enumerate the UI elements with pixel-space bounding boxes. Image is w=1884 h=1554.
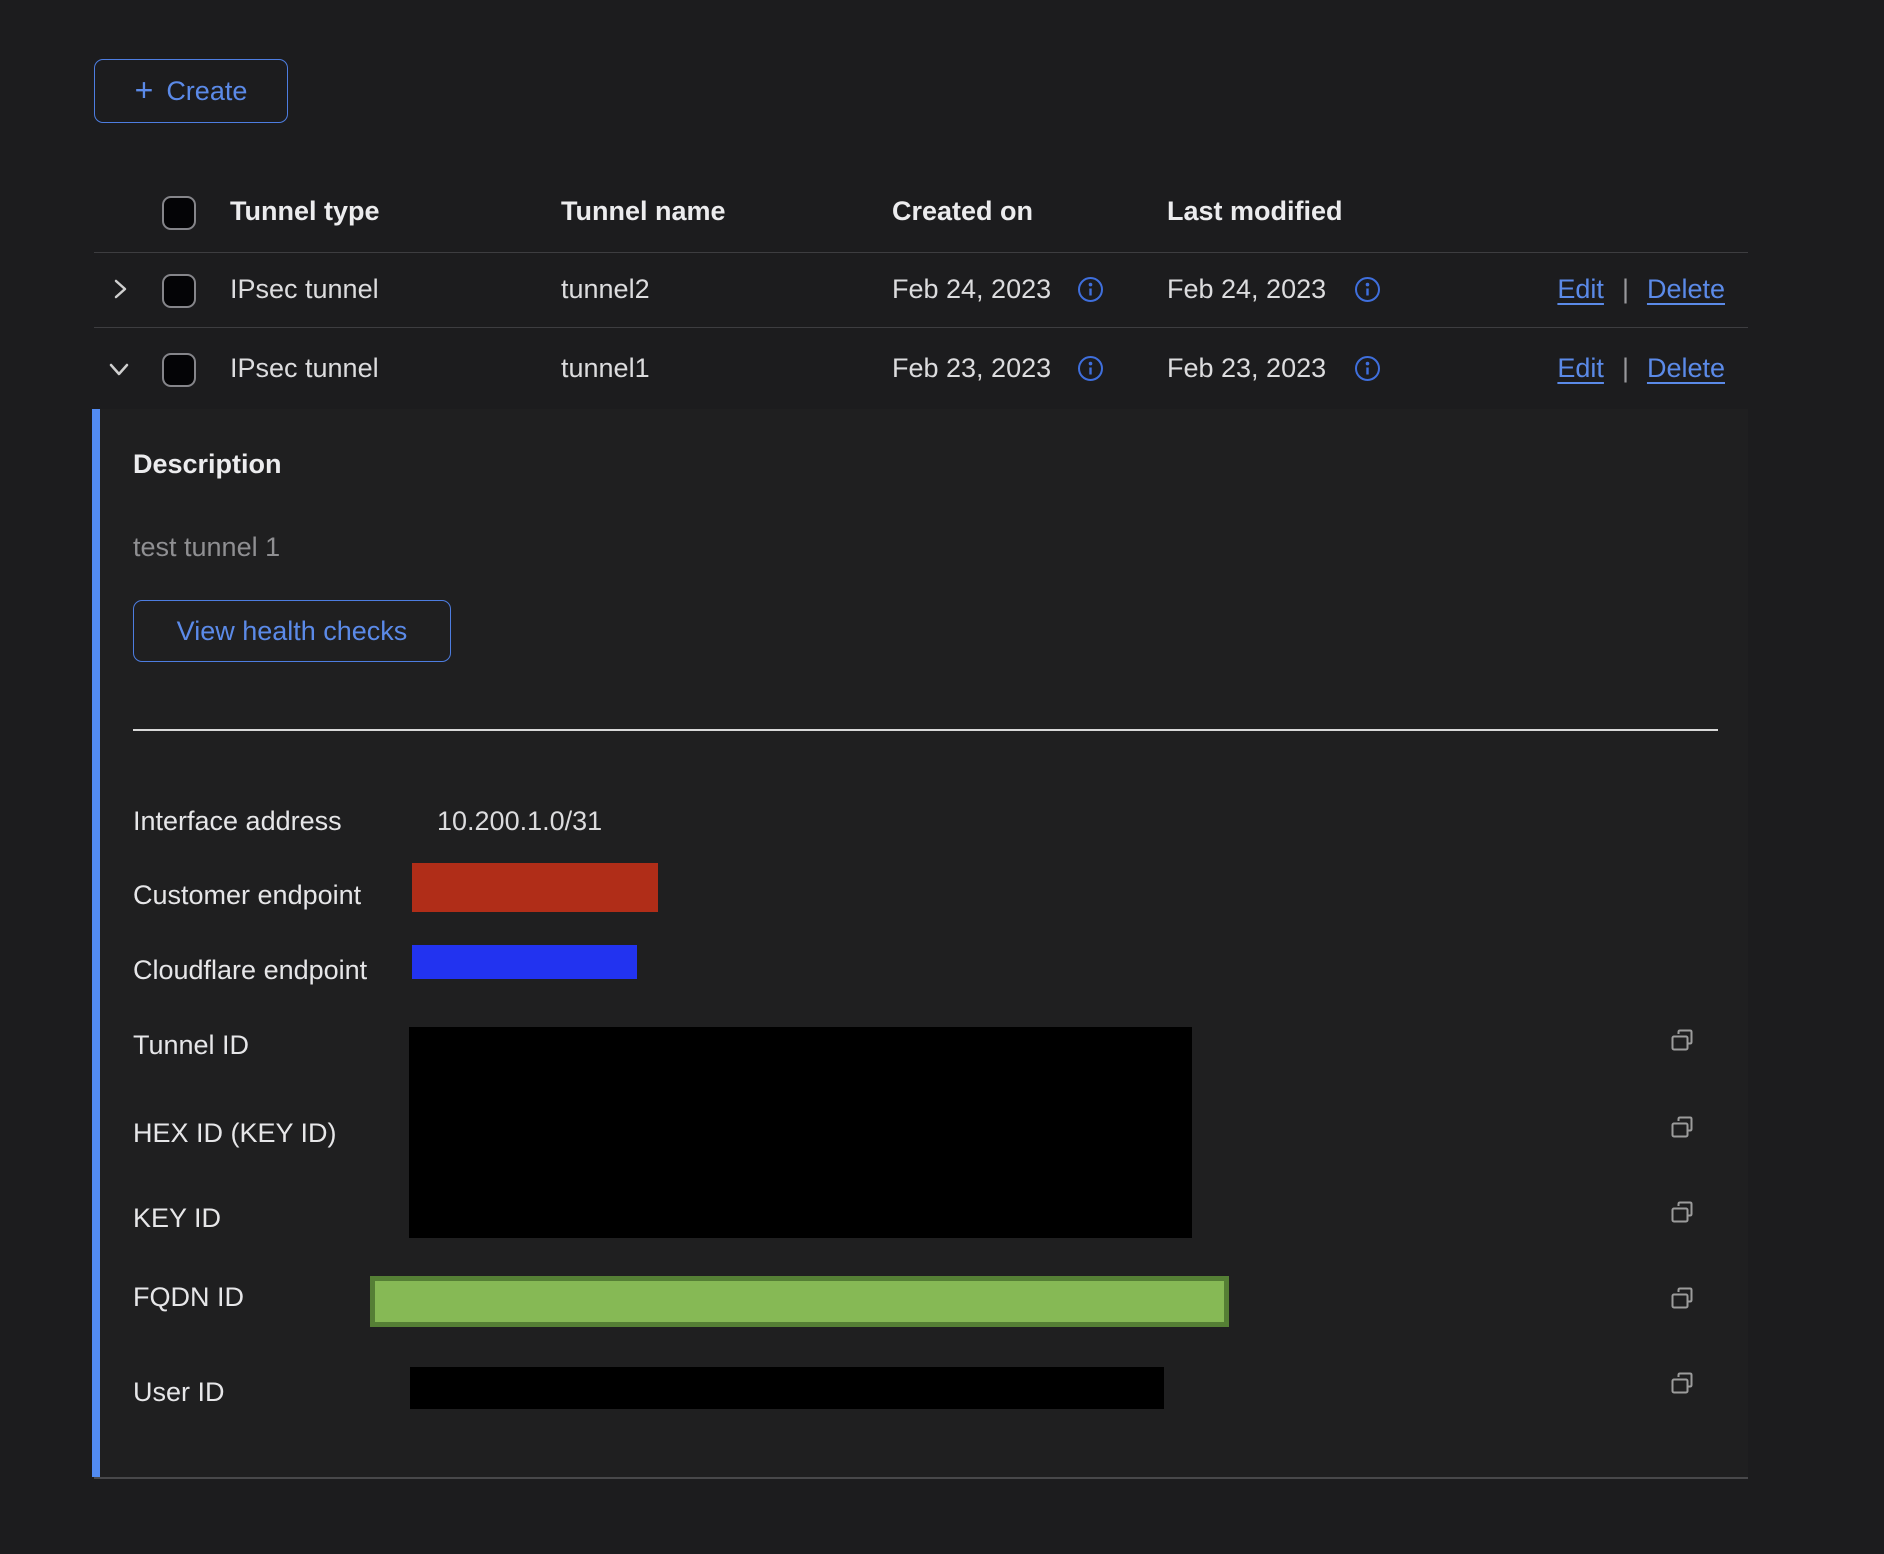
copy-user-id-button[interactable] (1668, 1369, 1696, 1397)
panel-bottom-divider (94, 1477, 1748, 1479)
edit-link[interactable]: Edit (1557, 274, 1604, 304)
row-checkbox[interactable] (162, 274, 196, 308)
tunnel-name-cell: tunnel2 (561, 269, 650, 309)
info-icon[interactable] (1077, 355, 1104, 382)
row-actions: Edit | Delete (1557, 348, 1725, 388)
row-actions: Edit | Delete (1557, 269, 1725, 309)
delete-link[interactable]: Delete (1647, 274, 1725, 304)
copy-tunnel-id-button[interactable] (1668, 1026, 1696, 1054)
last-modified-cell: Feb 24, 2023 (1167, 269, 1326, 309)
key-id-label: KEY ID (133, 1198, 221, 1238)
actions-separator: | (1622, 274, 1629, 304)
created-on-cell: Feb 24, 2023 (892, 269, 1051, 309)
user-id-label: User ID (133, 1372, 225, 1412)
info-icon[interactable] (1077, 276, 1104, 303)
cloudflare-endpoint-label: Cloudflare endpoint (133, 950, 367, 990)
chevron-right-icon[interactable] (107, 276, 133, 302)
info-icon[interactable] (1354, 355, 1381, 382)
chevron-down-icon[interactable] (106, 356, 132, 382)
info-icon[interactable] (1354, 276, 1381, 303)
copy-icon (1668, 1198, 1696, 1226)
create-button[interactable]: + Create (94, 59, 288, 123)
select-all-checkbox[interactable] (162, 196, 196, 230)
last-modified-cell: Feb 23, 2023 (1167, 348, 1326, 388)
column-header-tunnel-name: Tunnel name (561, 191, 726, 231)
copy-key-id-button[interactable] (1668, 1198, 1696, 1226)
view-health-checks-button[interactable]: View health checks (133, 600, 451, 662)
row-divider (94, 327, 1748, 328)
tunnel-type-cell: IPsec tunnel (230, 269, 379, 309)
copy-icon (1668, 1026, 1696, 1054)
plus-icon: + (135, 74, 154, 106)
ids-redaction-block (409, 1027, 1192, 1238)
tunnel-type-cell: IPsec tunnel (230, 348, 379, 388)
column-header-tunnel-type: Tunnel type (230, 191, 380, 231)
description-label: Description (133, 444, 282, 484)
tunnel-id-label: Tunnel ID (133, 1025, 249, 1065)
copy-icon (1668, 1113, 1696, 1141)
copy-icon (1668, 1284, 1696, 1312)
column-header-last-modified: Last modified (1167, 191, 1343, 231)
cloudflare-endpoint-redaction (412, 945, 637, 979)
edit-link[interactable]: Edit (1557, 353, 1604, 383)
fqdn-id-redaction (370, 1276, 1229, 1327)
row-checkbox[interactable] (162, 353, 196, 387)
create-button-label: Create (166, 76, 247, 107)
customer-endpoint-redaction (412, 863, 658, 912)
section-divider (133, 729, 1718, 731)
copy-icon (1668, 1369, 1696, 1397)
view-health-checks-label: View health checks (177, 616, 408, 647)
header-divider (94, 252, 1748, 253)
copy-fqdn-id-button[interactable] (1668, 1284, 1696, 1312)
expansion-accent-bar (92, 409, 100, 1477)
hex-id-label: HEX ID (KEY ID) (133, 1113, 337, 1153)
created-on-cell: Feb 23, 2023 (892, 348, 1051, 388)
interface-address-value: 10.200.1.0/31 (437, 801, 602, 841)
copy-hex-id-button[interactable] (1668, 1113, 1696, 1141)
interface-address-label: Interface address (133, 801, 342, 841)
actions-separator: | (1622, 353, 1629, 383)
delete-link[interactable]: Delete (1647, 353, 1725, 383)
user-id-redaction (410, 1367, 1164, 1409)
tunnels-page: + Create Tunnel type Tunnel name Created… (0, 0, 1884, 1554)
fqdn-id-label: FQDN ID (133, 1277, 244, 1317)
column-header-created-on: Created on (892, 191, 1033, 231)
description-value: test tunnel 1 (133, 527, 280, 567)
customer-endpoint-label: Customer endpoint (133, 875, 361, 915)
tunnel-name-cell: tunnel1 (561, 348, 650, 388)
